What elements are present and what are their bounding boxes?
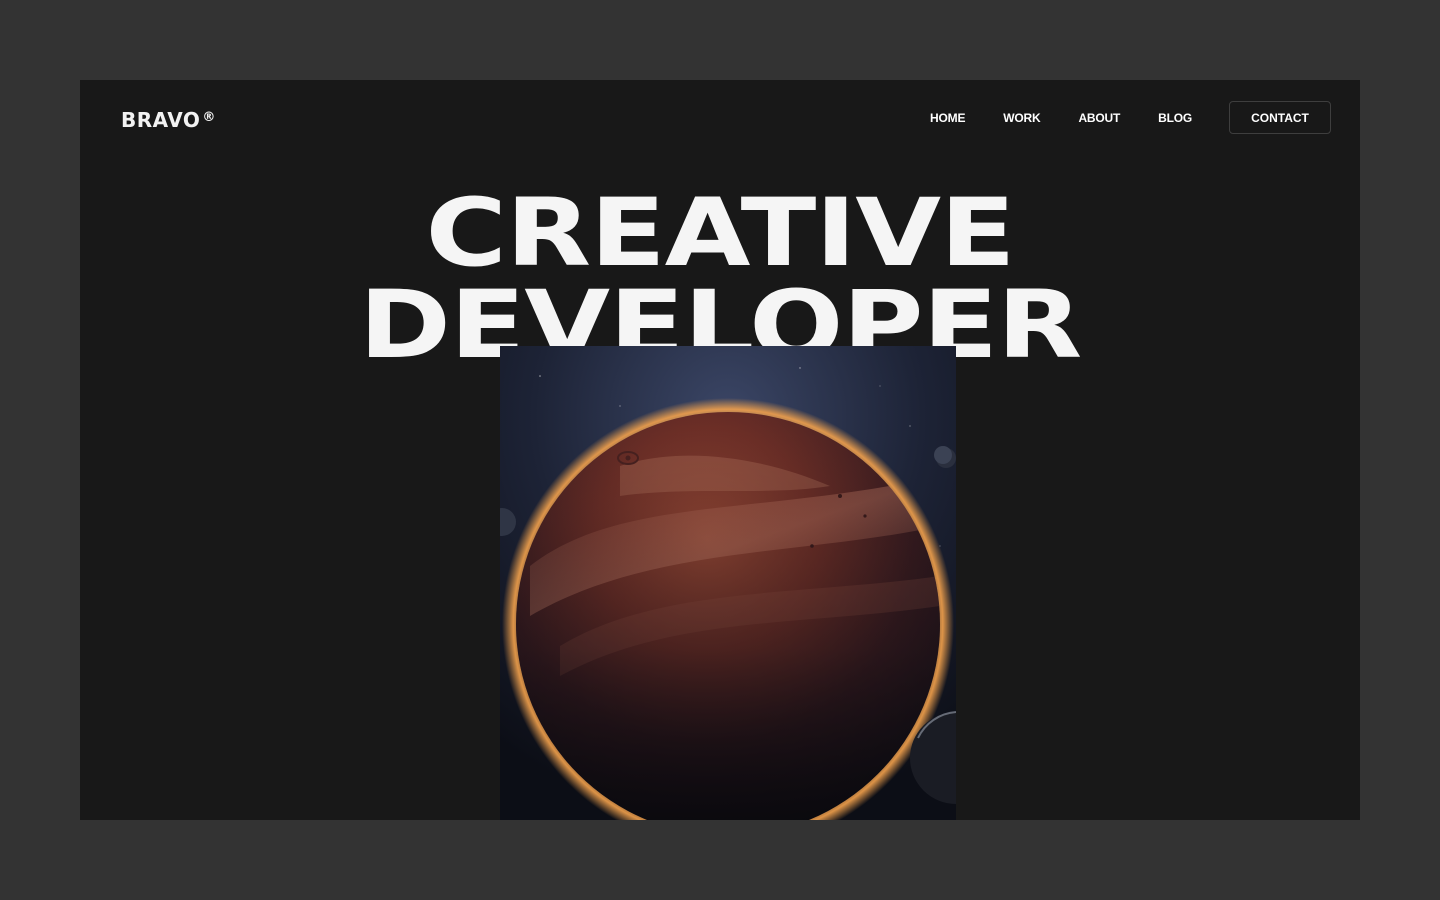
hero-title-line-1: CREATIVE <box>425 179 1016 288</box>
contact-button[interactable]: CONTACT <box>1229 101 1331 134</box>
nav-link-about[interactable]: ABOUT <box>1078 111 1120 125</box>
brand-logo[interactable]: BRAVO ® <box>121 108 216 132</box>
main-nav: HOME WORK ABOUT BLOG <box>930 111 1192 125</box>
brand-logo-text: BRAVO <box>121 108 201 132</box>
hero-title: CREATIVE DEVELOPER <box>80 179 1360 373</box>
planet-image <box>500 346 956 820</box>
nav-link-blog[interactable]: BLOG <box>1158 111 1192 125</box>
registered-mark-icon: ® <box>202 110 216 125</box>
planet-illustration <box>500 346 956 820</box>
nav-link-work[interactable]: WORK <box>1003 111 1040 125</box>
site-frame: BRAVO ® HOME WORK ABOUT BLOG CONTACT CRE… <box>80 80 1360 820</box>
nav-link-home[interactable]: HOME <box>930 111 965 125</box>
